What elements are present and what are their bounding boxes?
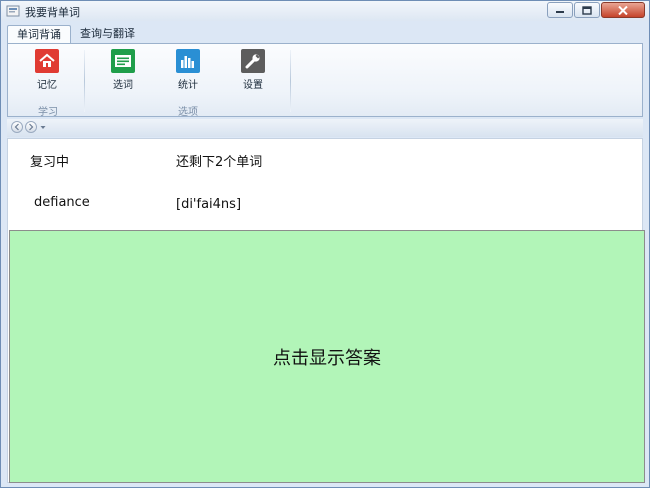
settings-label: 设置 [243, 80, 263, 91]
chevron-down-icon[interactable] [40, 125, 46, 130]
forward-button[interactable] [25, 121, 37, 133]
review-status-label: 复习中 [30, 155, 70, 170]
minimize-button[interactable] [547, 2, 573, 18]
current-word: defiance [34, 195, 90, 210]
window-title: 我要背单词 [25, 6, 80, 19]
statistics-button[interactable]: 统计 [168, 49, 208, 91]
minimize-icon [556, 11, 564, 13]
remaining-words-text: 还剩下2个单词 [176, 155, 263, 170]
app-icon [6, 5, 20, 17]
tab-lookup-translate[interactable]: 查询与翻译 [71, 25, 144, 42]
tab-recite[interactable]: 单词背诵 [7, 25, 71, 44]
bar-chart-icon [176, 49, 200, 73]
back-button[interactable] [11, 121, 23, 133]
close-button[interactable] [601, 2, 645, 18]
show-answer-panel[interactable]: 点击显示答案 [9, 230, 645, 483]
list-icon [111, 49, 135, 73]
select-words-button[interactable]: 选词 [103, 49, 143, 91]
ribbon-tabs: 单词背诵 查询与翻译 [7, 25, 144, 44]
arrow-left-icon [14, 123, 19, 131]
group-separator [290, 50, 291, 112]
maximize-button[interactable] [574, 2, 600, 18]
select-words-label: 选词 [113, 80, 133, 91]
memorize-label: 记忆 [37, 80, 57, 91]
maximize-icon [582, 5, 592, 15]
app-window: 我要背单词 单词背诵 查询与翻译 记忆 学习 选词 统计 设置 选项 复习中 还… [0, 0, 650, 488]
group-label-options: 选项 [178, 107, 198, 118]
memorize-button[interactable]: 记忆 [27, 49, 67, 91]
settings-button[interactable]: 设置 [233, 49, 273, 91]
main-content: 复习中 还剩下2个单词 defiance [di'fai4ns] 点击显示答案 [7, 138, 645, 483]
show-answer-text: 点击显示答案 [273, 347, 381, 369]
wrench-icon [241, 49, 265, 73]
arrow-right-icon [29, 123, 34, 131]
title-bar[interactable]: 我要背单词 [1, 1, 649, 21]
house-icon [35, 49, 59, 73]
word-phonetic: [di'fai4ns] [176, 197, 242, 212]
quick-access-toolbar [7, 119, 643, 137]
close-icon [618, 5, 628, 15]
statistics-label: 统计 [178, 80, 198, 91]
group-label-learn: 学习 [38, 107, 58, 118]
ribbon-panel: 记忆 学习 选词 统计 设置 选项 [7, 43, 643, 118]
group-separator [84, 50, 85, 112]
window-controls [546, 2, 645, 19]
